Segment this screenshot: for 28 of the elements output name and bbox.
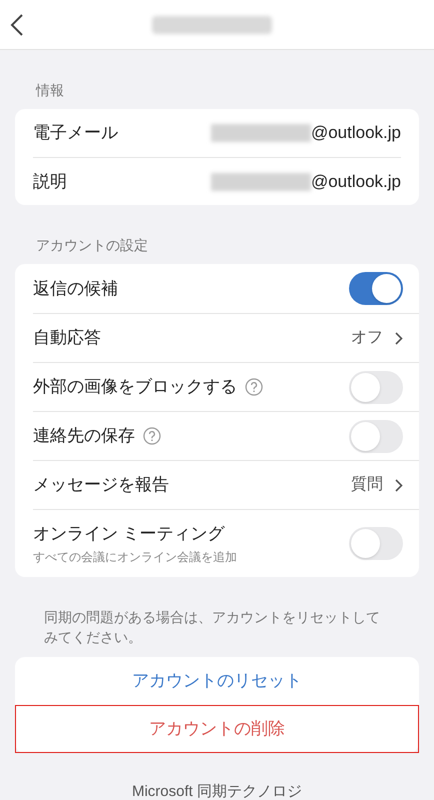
setting-label: オンライン ミーティング — [33, 522, 225, 545]
toggle-switch[interactable] — [349, 272, 403, 305]
help-icon[interactable] — [245, 378, 263, 396]
setting-label: メッセージを報告 — [33, 474, 169, 496]
chevron-right-icon — [395, 332, 403, 344]
setting-value[interactable]: オフ — [351, 326, 383, 350]
setting-label: 外部の画像をブロックする — [33, 376, 237, 398]
section-heading: 情報 — [34, 81, 65, 100]
chevron-right-icon — [395, 478, 403, 492]
setting-value[interactable]: 質問 — [351, 473, 383, 497]
back-icon[interactable] — [10, 12, 24, 36]
setting-label: 連絡先の保存 — [33, 425, 135, 448]
setting-label: 返信の候補 — [33, 278, 118, 300]
email-domain: @outlook.jp — [310, 122, 401, 144]
sync-note: 同期の問題がある場合は、アカウントをリセットしてみてください。 — [43, 608, 381, 647]
help-icon[interactable] — [143, 427, 161, 445]
section-heading: アカウントの設定 — [35, 236, 149, 255]
toggle-switch[interactable] — [349, 420, 403, 452]
toggle-switch[interactable] — [349, 370, 403, 404]
setting-label: 自動応答 — [33, 327, 101, 350]
footer-text: Microsoft 同期テクノロジ — [130, 782, 303, 800]
reset-account-button[interactable]: アカウントのリセット — [15, 657, 419, 705]
toggle-switch[interactable] — [349, 527, 403, 560]
delete-account-button[interactable]: アカウントの削除 — [15, 705, 419, 753]
setting-description: すべての会議にオンライン会議を追加 — [33, 549, 238, 566]
email-domain: @outlook.jp — [310, 170, 401, 193]
row-label: 説明 — [33, 170, 67, 193]
row-label: 電子メール — [33, 122, 118, 144]
